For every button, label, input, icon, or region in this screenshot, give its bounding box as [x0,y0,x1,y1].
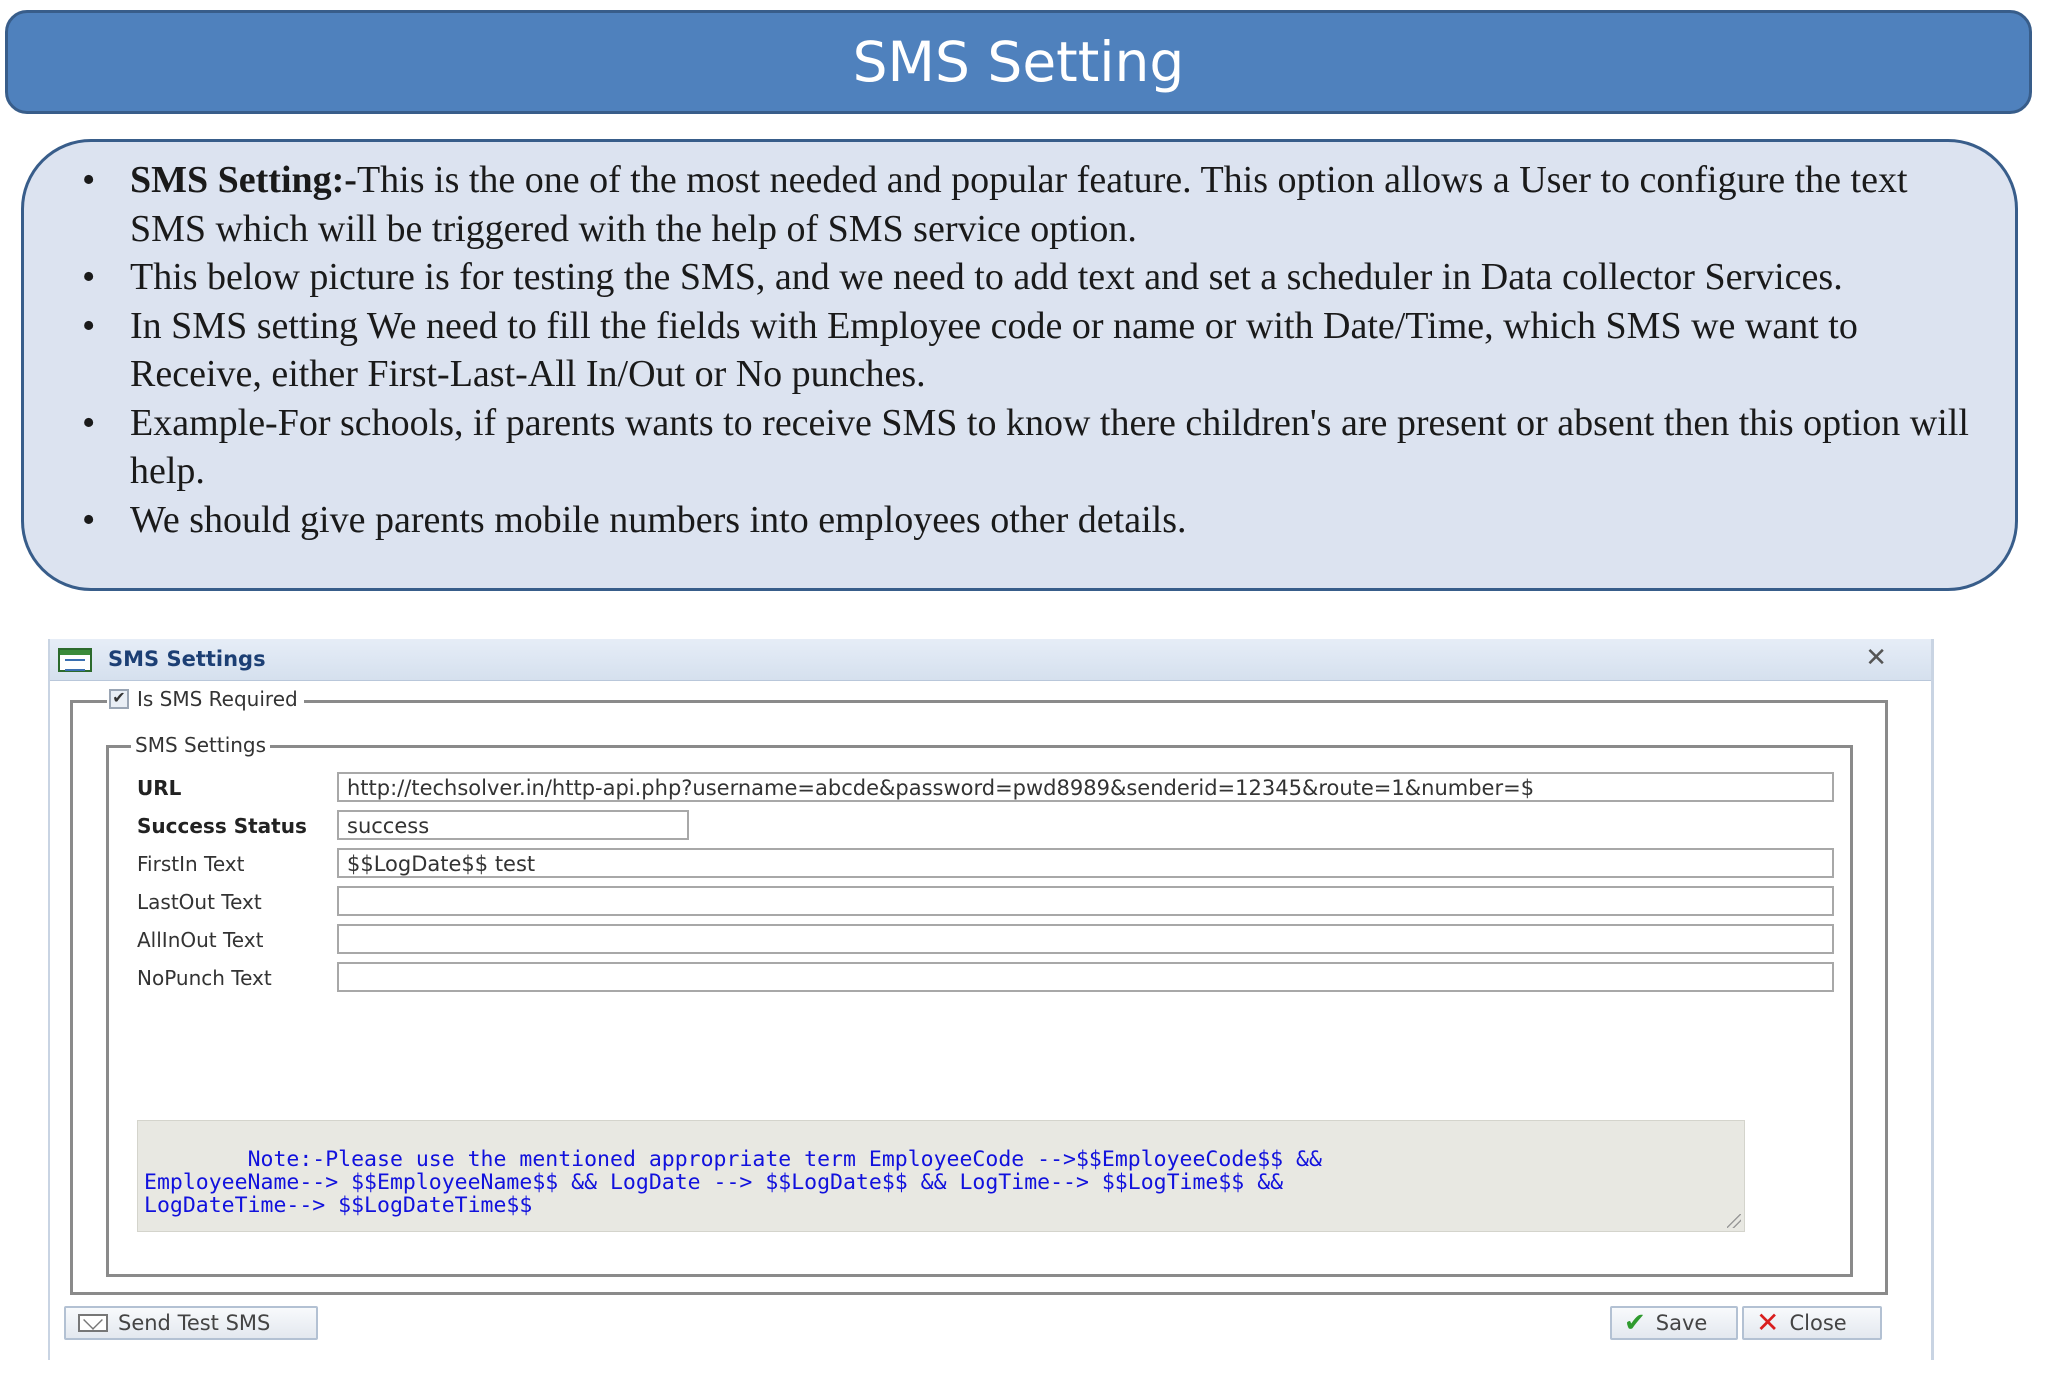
lastout-text-label: LastOut Text [137,890,262,914]
resize-grip-icon[interactable] [1727,1214,1741,1228]
save-label: Save [1655,1311,1708,1335]
bullet-panel: • SMS Setting:-This is the one of the mo… [21,139,2018,591]
mail-icon [78,1314,108,1332]
url-input[interactable]: http://techsolver.in/http-api.php?userna… [337,772,1834,802]
firstin-text-label: FirstIn Text [137,852,245,876]
dialog-titlebar[interactable]: SMS Settings ✕ [50,639,1931,681]
allinout-text-label: AllInOut Text [137,928,264,952]
note-text: Note:-Please use the mentioned appropria… [144,1147,1322,1218]
bullet-dot: • [82,256,96,298]
allinout-text-input[interactable] [337,924,1834,954]
nopunch-text-label: NoPunch Text [137,966,272,990]
close-label: Close [1789,1311,1847,1335]
bullet-text: In SMS setting We need to fill the field… [130,304,1858,396]
bullet-dot: • [82,498,96,541]
bullet-text: We should give parents mobile numbers in… [130,498,1187,541]
sms-settings-fieldset: SMS Settings URL http://techsolver.in/ht… [106,733,1853,1277]
firstin-text-input[interactable]: $$LogDate$$ test [337,848,1834,878]
close-icon[interactable]: ✕ [1865,643,1887,673]
x-icon: ✕ [1756,1306,1780,1339]
sms-required-legend: ✔ Is SMS Required [107,687,304,711]
checkmark-icon: ✔ [1624,1308,1646,1338]
slide-title: SMS Setting [852,30,1185,94]
bullet-item: • This below picture is for testing the … [60,253,1975,302]
bullet-list: • SMS Setting:-This is the one of the mo… [60,156,1975,544]
sms-required-fieldset: ✔ Is SMS Required SMS Settings URL http:… [70,687,1888,1295]
dialog-title: SMS Settings [108,647,266,671]
slide-title-banner: SMS Setting [5,10,2032,114]
send-test-sms-button[interactable]: Send Test SMS [64,1306,318,1340]
window-icon [58,648,92,672]
bullet-item: • In SMS setting We need to fill the fie… [60,302,1975,399]
success-status-label: Success Status [137,814,307,838]
bullet-dot: • [82,159,96,201]
nopunch-text-input[interactable] [337,962,1834,992]
bullet-dot: • [82,304,96,347]
bullet-item: • We should give parents mobile numbers … [60,496,1975,545]
bullet-item: • Example-For schools, if parents wants … [60,399,1975,496]
is-sms-required-checkbox[interactable]: ✔ [109,689,129,709]
bullet-dot: • [82,401,96,444]
bullet-text: This is the one of the most needed and p… [130,159,1908,250]
sms-settings-dialog: SMS Settings ✕ ✔ Is SMS Required SMS Set… [48,639,1934,1360]
success-status-input[interactable]: success [337,810,689,840]
bullet-item: • SMS Setting:-This is the one of the mo… [60,156,1975,253]
sms-settings-legend: SMS Settings [131,733,271,757]
bullet-text: This below picture is for testing the SM… [130,256,1843,298]
lastout-text-input[interactable] [337,886,1834,916]
bullet-text: Example-For schools, if parents wants to… [130,401,1969,493]
bullet-bold-lead: SMS Setting:- [130,159,357,201]
url-label: URL [137,776,182,800]
send-test-sms-label: Send Test SMS [118,1311,271,1335]
close-button[interactable]: ✕ Close [1742,1306,1882,1340]
is-sms-required-label: Is SMS Required [137,687,298,711]
note-textarea[interactable]: Note:-Please use the mentioned appropria… [137,1120,1745,1232]
save-button[interactable]: ✔ Save [1610,1306,1738,1340]
